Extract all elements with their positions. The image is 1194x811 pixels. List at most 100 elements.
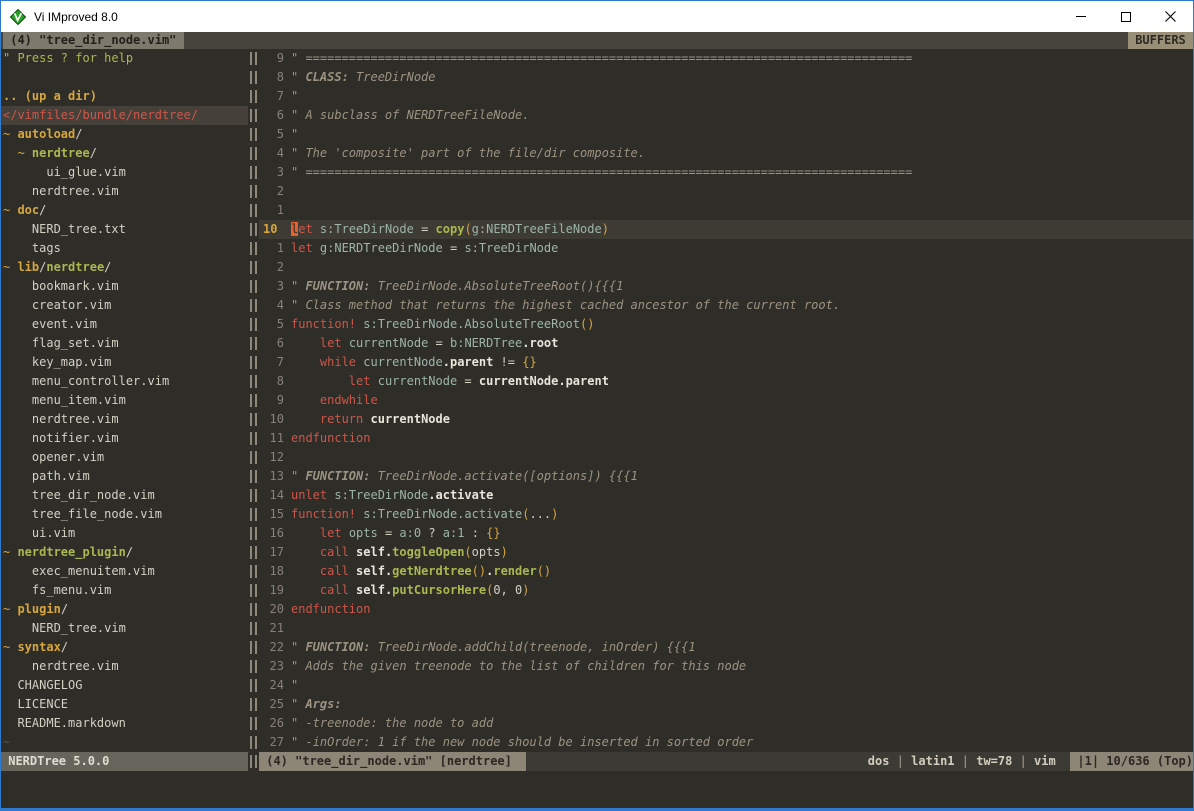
code-row[interactable]: 9 endwhile [259,391,1193,410]
text-segment [291,336,320,350]
code-row[interactable]: 7" [259,87,1193,106]
tree-item[interactable]: event.vim [1,315,248,334]
code-row[interactable]: 8" CLASS: TreeDirNode [259,68,1193,87]
code-row[interactable]: 16 let opts = a:0 ? a:1 : {} [259,524,1193,543]
close-button[interactable] [1148,1,1193,32]
text-segment: = [457,374,479,388]
text-segment: call [320,545,349,559]
tree-item[interactable]: NERD_tree.vim [1,619,248,638]
code-row[interactable]: 17 call self.toggleOpen(opts) [259,543,1193,562]
text-segment: lib [17,260,39,274]
code-row[interactable]: 6" A subclass of NERDTreeFileNode. [259,106,1193,125]
code-row[interactable]: 24" [259,676,1193,695]
code-row[interactable]: 18 call self.getNerdtree().render() [259,562,1193,581]
tree-item[interactable]: creator.vim [1,296,248,315]
code-row[interactable]: 21 [259,619,1193,638]
tree-item[interactable]: ~ autoload/ [1,125,248,144]
tree-item[interactable]: .. (up a dir) [1,87,248,106]
tree-item[interactable]: ~ [1,733,248,752]
tree-item[interactable]: flag_set.vim [1,334,248,353]
tree-item[interactable]: key_map.vim [1,353,248,372]
tree-item[interactable]: notifier.vim [1,429,248,448]
text-segment [291,583,320,597]
code-row[interactable]: 10let s:TreeDirNode = copy(g:NERDTreeFil… [259,220,1193,239]
code-row[interactable]: 25" Args: [259,695,1193,714]
tree-item[interactable]: ~ plugin/ [1,600,248,619]
code-row[interactable]: 20endfunction [259,600,1193,619]
tree-item[interactable]: exec_menuitem.vim [1,562,248,581]
tree-item[interactable]: bookmark.vim [1,277,248,296]
code-row[interactable]: 26" -treenode: the node to add [259,714,1193,733]
maximize-button[interactable] [1103,1,1148,32]
tab-tree-dir-node[interactable]: (4) "tree_dir_node.vim" [3,32,184,49]
code-row[interactable]: 27" -inOrder: 1 if the new node should b… [259,733,1193,752]
tree-item[interactable]: ~ nerdtree_plugin/ [1,543,248,562]
line-number: 9 [259,391,291,410]
tree-item[interactable]: opener.vim [1,448,248,467]
text-segment: 0, 0 [493,583,522,597]
window-split-separator[interactable] [248,49,259,752]
code-row[interactable]: 5" [259,125,1193,144]
code-row[interactable]: 13" FUNCTION: TreeDirNode.activate([opti… [259,467,1193,486]
tree-item[interactable]: ui_glue.vim [1,163,248,182]
code-row[interactable]: 2 [259,182,1193,201]
text-segment: while [320,355,356,369]
code-row[interactable]: 11endfunction [259,429,1193,448]
code-row[interactable]: 22" FUNCTION: TreeDirNode.addChild(treen… [259,638,1193,657]
line-number: 22 [259,638,291,657]
code-row[interactable]: 7 while currentNode.parent != {} [259,353,1193,372]
code-row[interactable]: 3" FUNCTION: TreeDirNode.AbsoluteTreeRoo… [259,277,1193,296]
code-row[interactable]: 3" =====================================… [259,163,1193,182]
tree-item[interactable]: menu_item.vim [1,391,248,410]
tree-item[interactable]: " Press ? for help [1,49,248,68]
code-row[interactable]: 9" =====================================… [259,49,1193,68]
tree-item[interactable]: tags [1,239,248,258]
tree-item[interactable]: fs_menu.vim [1,581,248,600]
code-row[interactable]: 6 let currentNode = b:NERDTree.root [259,334,1193,353]
tree-item[interactable]: tree_file_node.vim [1,505,248,524]
tree-item[interactable]: nerdtree.vim [1,182,248,201]
code-row[interactable]: 8 let currentNode = currentNode.parent [259,372,1193,391]
tree-item[interactable] [1,68,248,87]
text-segment [291,545,320,559]
code-row[interactable]: 19 call self.putCursorHere(0, 0) [259,581,1193,600]
tree-item[interactable]: path.vim [1,467,248,486]
code-row[interactable]: 14unlet s:TreeDirNode.activate [259,486,1193,505]
text-segment: {} [522,355,536,369]
tree-item[interactable]: nerdtree.vim [1,657,248,676]
tree-item[interactable]: README.markdown [1,714,248,733]
text-segment: " [291,678,298,692]
titlebar[interactable]: Vi IMproved 8.0 [1,1,1193,32]
code-row[interactable]: 1 [259,201,1193,220]
tree-item[interactable]: tree_dir_node.vim [1,486,248,505]
text-segment: path.vim [3,469,90,483]
text-segment: ~ [3,640,17,654]
tree-item[interactable]: CHANGELOG [1,676,248,695]
code-row[interactable]: 15function! s:TreeDirNode.activate(...) [259,505,1193,524]
tree-item[interactable]: </vimfiles/bundle/nerdtree/ [1,106,248,125]
text-segment: README.markdown [3,716,126,730]
statusline-info-separator: | [889,754,911,768]
tree-item[interactable]: NERD_tree.txt [1,220,248,239]
code-row[interactable]: 23" Adds the given treenode to the list … [259,657,1193,676]
tree-item[interactable]: ~ lib/nerdtree/ [1,258,248,277]
tree-item[interactable]: ~ syntax/ [1,638,248,657]
line-number: 27 [259,733,291,752]
tree-item[interactable]: ui.vim [1,524,248,543]
code-row[interactable]: 5function! s:TreeDirNode.AbsoluteTreeRoo… [259,315,1193,334]
code-row[interactable]: 1let g:NERDTreeDirNode = s:TreeDirNode [259,239,1193,258]
tree-item[interactable]: LICENCE [1,695,248,714]
tree-item[interactable]: ~ nerdtree/ [1,144,248,163]
tree-item[interactable]: menu_controller.vim [1,372,248,391]
tree-item[interactable]: nerdtree.vim [1,410,248,429]
code-row[interactable]: 4" Class method that returns the highest… [259,296,1193,315]
minimize-button[interactable] [1058,1,1103,32]
text-segment: () [537,564,551,578]
code-row[interactable]: 4" The 'composite' part of the file/dir … [259,144,1193,163]
code-row[interactable]: 2 [259,258,1193,277]
code-row[interactable]: 10 return currentNode [259,410,1193,429]
tree-item[interactable]: ~ doc/ [1,201,248,220]
statusline-info-item: dos [868,754,890,768]
command-line[interactable] [1,771,1193,808]
code-row[interactable]: 12 [259,448,1193,467]
